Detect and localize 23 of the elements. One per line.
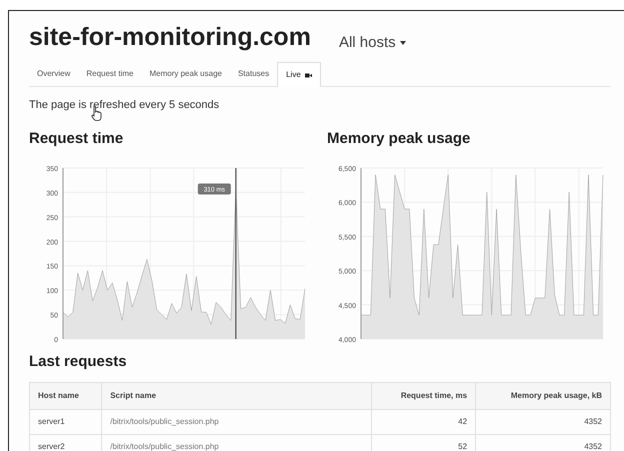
tab[interactable]: Overview: [29, 62, 78, 86]
tab[interactable]: Memory peak usage: [141, 62, 230, 86]
column-header: Script name: [102, 382, 372, 409]
tab[interactable]: Request time: [78, 62, 142, 86]
column-header: Memory peak usage, kB: [476, 382, 610, 409]
chart-title: Memory peak usage: [327, 128, 472, 148]
tab[interactable]: Statuses: [230, 62, 278, 86]
column-header: Host name: [30, 382, 102, 409]
table-cell: server2: [30, 434, 102, 451]
site-title: site-for-monitoring.com: [29, 25, 311, 50]
video-camera-icon: [304, 72, 312, 78]
tab[interactable]: Live: [277, 62, 321, 87]
chart-title: Request time: [29, 128, 124, 148]
column-header: Request time, ms: [372, 382, 476, 409]
tooltip-background: [198, 184, 231, 195]
host-dropdown[interactable]: All hosts: [338, 35, 406, 50]
table-title: Last requests: [29, 352, 128, 372]
table-cell: /bitrix/tools/public_session.php: [102, 409, 372, 434]
table-cell: server1: [30, 409, 102, 434]
table-cell: 4352: [476, 409, 610, 434]
table-cell: 42: [372, 409, 476, 434]
caret-icon: [400, 40, 406, 44]
refresh-notice: The page is refreshed every 5 seconds: [29, 98, 220, 113]
